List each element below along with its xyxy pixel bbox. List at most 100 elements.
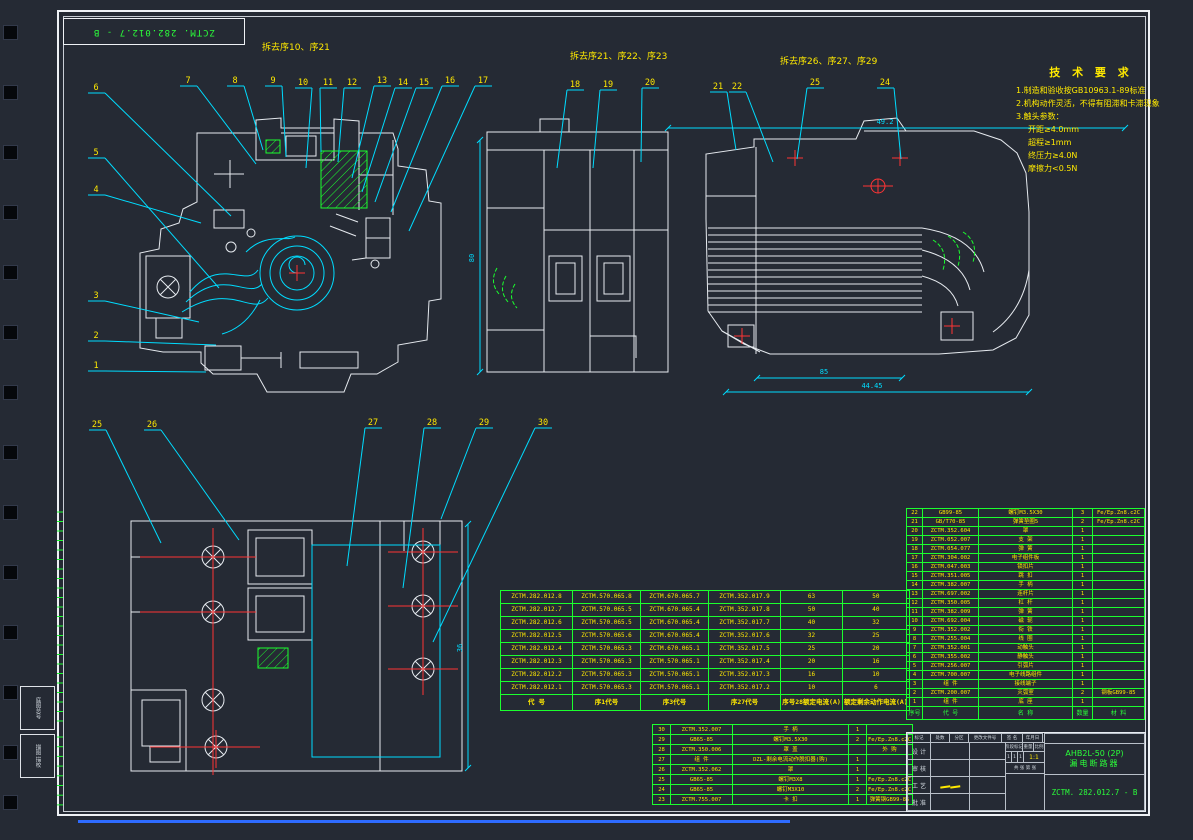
leader-line xyxy=(105,93,231,216)
leader-line xyxy=(244,86,263,150)
drawing-number-cell: ZCTM. 282.012.7 - B xyxy=(1044,774,1145,811)
cad-canvas: 49.28544.458036 ZCTM. 282.012.7 - B 拆去序1… xyxy=(0,0,1193,840)
table-cell: ZCTM.570.065.1 xyxy=(641,682,709,695)
tech-title: 技 术 要 求 xyxy=(1016,64,1166,80)
part-callout: 7 xyxy=(185,76,190,86)
table-cell xyxy=(1093,599,1145,608)
leader-line xyxy=(641,88,642,162)
toolbar-button[interactable] xyxy=(3,325,18,340)
table-cell: ZCTM.352.062 xyxy=(671,765,733,775)
part-callout: 13 xyxy=(377,76,387,86)
part-callout: 27 xyxy=(368,418,378,428)
part-callout: 28 xyxy=(427,418,437,428)
part-callout: 17 xyxy=(478,76,488,86)
table-cell: ZCTM.054.077 xyxy=(923,545,979,554)
table-cell: 锁扣片 xyxy=(979,563,1073,572)
table-cell: ZCTM.352.017.6 xyxy=(709,630,781,643)
table-cell: ZCTM.570.065.3 xyxy=(573,643,641,656)
part-callout: 21 xyxy=(713,82,723,92)
toolbar-button[interactable] xyxy=(3,505,18,520)
selection-polyline xyxy=(78,820,790,823)
toolbar-button[interactable] xyxy=(3,745,18,760)
table-cell: ZCTM.350.005 xyxy=(923,599,979,608)
part-callout: 16 xyxy=(445,76,455,86)
table-cell: 1 xyxy=(1073,527,1093,536)
table-cell: ZCTM.570.065.3 xyxy=(573,669,641,682)
part-callout: 19 xyxy=(603,80,613,90)
leader-line xyxy=(403,428,424,588)
product-model: AHB2L-50 (2P) xyxy=(1065,749,1123,758)
part-callout: 20 xyxy=(645,78,655,88)
part-callout: 5 xyxy=(93,148,98,158)
tech-line: 2.机构动作灵活，不得有阻滞和卡滞现象 xyxy=(1016,97,1166,110)
table-cell: 25 xyxy=(781,643,843,656)
signature-cell xyxy=(930,793,970,811)
front-view-coil xyxy=(182,236,334,334)
table-cell: 1 xyxy=(1073,554,1093,563)
table-cell: ZCTM.670.065.4 xyxy=(641,630,709,643)
table-cell: 20 xyxy=(781,656,843,669)
profile-view-drawing xyxy=(706,118,1029,354)
table-cell: 1 xyxy=(1073,563,1093,572)
table-cell xyxy=(1093,653,1145,662)
table-cell: 50 xyxy=(781,604,843,617)
date-cell xyxy=(969,776,1006,794)
bom-table-bottom: 30ZCTM.352.007手 柄129GB65-85螺钉M3.5X302Fe/… xyxy=(652,724,913,805)
table-cell: 动触头 xyxy=(979,644,1073,653)
table-cell: 1 xyxy=(1073,608,1093,617)
table-cell: 22 xyxy=(907,509,923,518)
table-cell xyxy=(1093,545,1145,554)
table-cell: 7 xyxy=(907,644,923,653)
table-cell: ZCTM.355.002 xyxy=(923,653,979,662)
table-cell: 32 xyxy=(781,630,843,643)
table-cell: 序27代号 xyxy=(709,695,781,711)
toolbar-button[interactable] xyxy=(3,625,18,640)
table-cell: ZCTM.282.012.1 xyxy=(501,682,573,695)
date-cell xyxy=(969,759,1006,777)
table-cell: 16 xyxy=(907,563,923,572)
table-cell: 26 xyxy=(653,765,671,775)
table-cell: ZCTM.282.012.3 xyxy=(501,656,573,669)
table-cell: GB99-85 xyxy=(923,509,979,518)
table-cell: ZCTM.352.017.4 xyxy=(709,656,781,669)
leader-line xyxy=(593,90,600,168)
toolbar-button[interactable] xyxy=(3,145,18,160)
table-cell: 21 xyxy=(907,518,923,527)
part-callout: 10 xyxy=(298,78,308,88)
table-cell xyxy=(1093,536,1145,545)
table-cell xyxy=(1093,527,1145,536)
table-cell: ZCTM.282.012.2 xyxy=(501,669,573,682)
table-cell: 40 xyxy=(781,617,843,630)
table-cell: ZCTM.670.065.1 xyxy=(641,643,709,656)
table-cell: 2 xyxy=(1073,518,1093,527)
table-cell: ZCTM.670.065.7 xyxy=(641,591,709,604)
table-cell: 18 xyxy=(907,545,923,554)
toolbar-button[interactable] xyxy=(3,385,18,400)
toolbar-button[interactable] xyxy=(3,265,18,280)
part-callout: 25 xyxy=(92,420,102,430)
table-cell: 序号 xyxy=(907,707,923,720)
table-cell: 16 xyxy=(843,656,910,669)
toolbar-button[interactable] xyxy=(3,25,18,40)
toolbar-button[interactable] xyxy=(3,565,18,580)
table-cell: 10 xyxy=(907,617,923,626)
toolbar-button[interactable] xyxy=(3,795,18,810)
table-cell: 电子线路组件 xyxy=(979,671,1073,680)
signature-cell xyxy=(930,759,970,777)
toolbar-button[interactable] xyxy=(3,205,18,220)
tech-line: 1.制造和验收按GB10963.1-89标准 xyxy=(1016,84,1166,97)
toolbar-button[interactable] xyxy=(3,685,18,700)
toolbar-button[interactable] xyxy=(3,85,18,100)
dimension-text: 36 xyxy=(456,644,464,652)
bom-table-bottom-grid: 30ZCTM.352.007手 柄129GB65-85螺钉M3.5X302Fe/… xyxy=(652,724,913,805)
table-cell: 支 架 xyxy=(979,536,1073,545)
part-callout: 18 xyxy=(570,80,580,90)
toolbar-button[interactable] xyxy=(3,445,18,460)
table-cell: Fe/Ep.Zn8.c2C xyxy=(1093,518,1145,527)
leader-line xyxy=(105,341,216,345)
dimension-text: 80 xyxy=(468,254,476,262)
table-cell: 13 xyxy=(907,590,923,599)
table-cell: 螺钉M3.5X30 xyxy=(733,735,849,745)
table-cell: 弹 簧 xyxy=(979,608,1073,617)
table-cell: 2 xyxy=(849,785,867,795)
